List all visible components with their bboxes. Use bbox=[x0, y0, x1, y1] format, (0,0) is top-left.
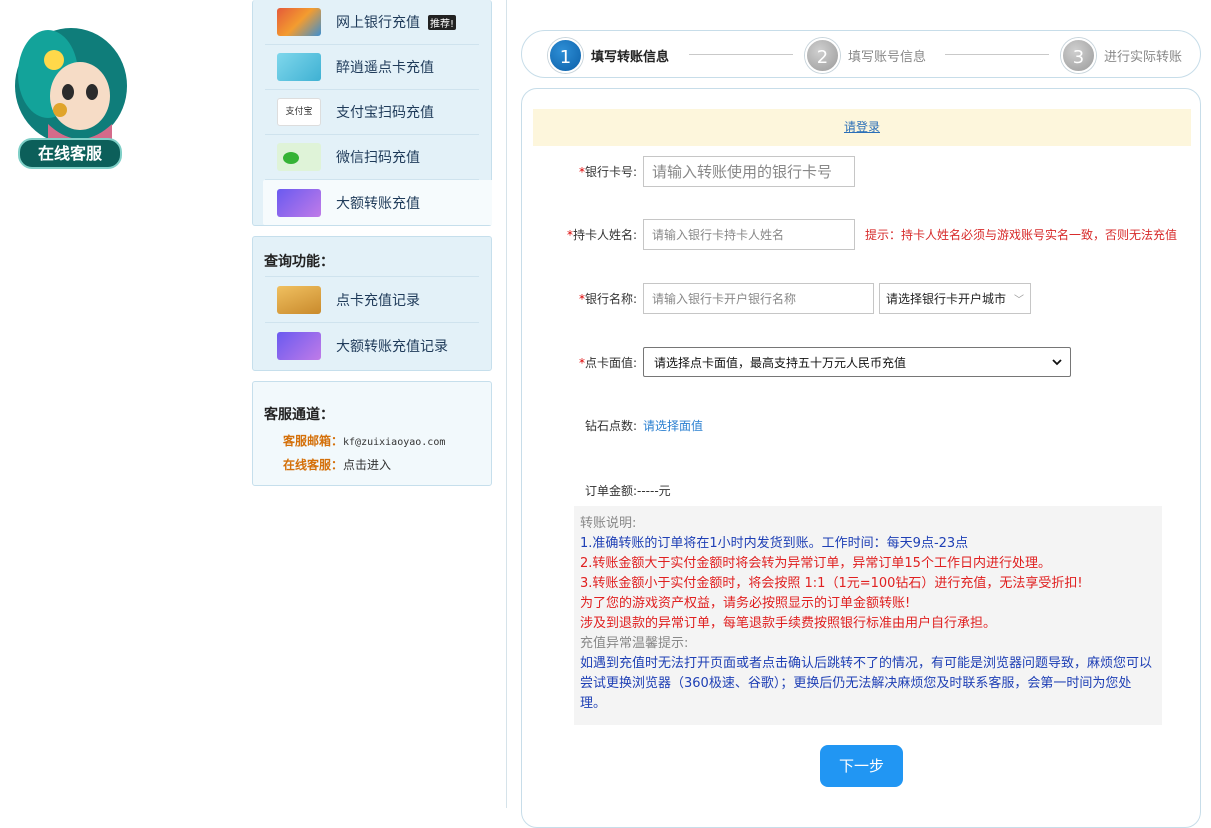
game-card-icon bbox=[277, 53, 321, 81]
amount-select-value: 请选择点卡面值，最高支持五十万元人民币充值 bbox=[654, 355, 907, 370]
bank-card-input[interactable] bbox=[643, 156, 855, 187]
notes-title: 转账说明: bbox=[580, 516, 637, 531]
diamonds-row: 钻石点数: 请选择面值 bbox=[562, 417, 703, 434]
bank-city-select[interactable]: 请选择银行卡开户城市 ﹀ bbox=[879, 283, 1031, 314]
sidebar-item-label: 醉逍遥点卡充值 bbox=[336, 60, 434, 76]
holder-name-hint: 提示：持卡人姓名必须与游戏账号实名一致，否则无法充值 bbox=[865, 228, 1178, 242]
service-title: 客服通道： bbox=[264, 407, 334, 423]
query-title: 查询功能： bbox=[264, 254, 334, 270]
sidebar-item-game-card[interactable]: 醉逍遥点卡充值 bbox=[265, 45, 479, 90]
sidebar-item-alipay[interactable]: 支付宝 支付宝扫码充值 bbox=[265, 90, 479, 135]
step-2: 2 填写账号信息 bbox=[805, 38, 926, 73]
step-3: 3 进行实际转账 bbox=[1061, 38, 1182, 73]
sidebar-item-label: 微信扫码充值 bbox=[336, 150, 420, 166]
bank-name-label: *银行名称: bbox=[578, 292, 637, 306]
step-label: 填写转账信息 bbox=[591, 50, 670, 65]
sidebar-item-transfer-records[interactable]: 大额转账充值记录 bbox=[265, 322, 479, 368]
notes-line: 3.转账金额小于实付金额时，将会按照 1:1（1元=100钻石）进行充值，无法享… bbox=[580, 576, 1083, 591]
transfer-card-icon bbox=[277, 188, 321, 217]
recharge-menu: 网上银行充值 推荐! 醉逍遥点卡充值 支付宝 支付宝扫码充值 微信扫码充值 大额… bbox=[252, 0, 492, 226]
service-panel: 客服通道： 客服邮箱：kf@zuixiaoyao.com 在线客服：点击进入 bbox=[252, 381, 492, 486]
step-1: 1 填写转账信息 bbox=[548, 38, 669, 73]
card-records-icon bbox=[277, 285, 321, 314]
bank-card-row: *银行卡号: bbox=[562, 156, 855, 187]
step-label: 进行实际转账 bbox=[1104, 50, 1183, 65]
sidebar-item-label: 支付宝扫码充值 bbox=[336, 105, 434, 121]
diamonds-label: 钻石点数: bbox=[584, 419, 637, 433]
holder-name-row: *持卡人姓名: 提示：持卡人姓名必须与游戏账号实名一致，否则无法充值 bbox=[562, 219, 1177, 250]
service-email-label: 客服邮箱： bbox=[283, 434, 344, 448]
customer-service-mascot[interactable]: 在线客服 bbox=[8, 14, 134, 170]
holder-name-input[interactable] bbox=[643, 219, 855, 250]
sidebar-item-label: 网上银行充值 bbox=[336, 15, 420, 31]
transfer-records-icon bbox=[277, 331, 321, 360]
content-divider bbox=[506, 0, 507, 808]
notes-line: 1.准确转账的订单将在1小时内发货到账。工作时间：每天9点-23点 bbox=[580, 536, 969, 551]
order-value: -----元 bbox=[637, 484, 671, 498]
step-connector bbox=[689, 54, 793, 55]
login-link[interactable]: 请登录 bbox=[844, 120, 880, 134]
recommend-badge: 推荐! bbox=[428, 14, 457, 30]
bank-card-label: *银行卡号: bbox=[578, 165, 637, 179]
transfer-notes: 转账说明: 1.准确转账的订单将在1小时内发货到账。工作时间：每天9点-23点 … bbox=[574, 506, 1162, 725]
next-step-button[interactable]: 下一步 bbox=[820, 745, 903, 787]
diamonds-value: 请选择面值 bbox=[643, 419, 704, 433]
step-connector bbox=[945, 54, 1049, 55]
amount-select[interactable]: 请选择点卡面值，最高支持五十万元人民币充值 bbox=[643, 347, 1071, 377]
step-label: 填写账号信息 bbox=[848, 50, 927, 65]
wechat-pay-icon bbox=[277, 143, 321, 171]
step-number: 3 bbox=[1061, 38, 1096, 73]
query-panel: 查询功能： 点卡充值记录 大额转账充值记录 bbox=[252, 236, 492, 371]
step-number: 1 bbox=[548, 38, 583, 73]
bank-city-select-value: 请选择银行卡开户城市 bbox=[886, 292, 1007, 306]
holder-name-label: *持卡人姓名: bbox=[566, 228, 637, 242]
warm-tip-title: 充值异常温馨提示: bbox=[580, 636, 689, 651]
unionpay-card-icon bbox=[277, 8, 321, 36]
sidebar-item-bank-transfer[interactable]: 大额转账充值 bbox=[263, 180, 492, 225]
order-label: 订单金额: bbox=[584, 484, 637, 498]
service-email-row: 客服邮箱：kf@zuixiaoyao.com bbox=[253, 429, 491, 453]
sidebar: 网上银行充值 推荐! 醉逍遥点卡充值 支付宝 支付宝扫码充值 微信扫码充值 大额… bbox=[252, 0, 492, 486]
service-email-value: kf@zuixiaoyao.com bbox=[343, 437, 446, 448]
sidebar-item-label: 大额转账充值记录 bbox=[336, 338, 448, 355]
sidebar-item-card-records[interactable]: 点卡充值记录 bbox=[265, 276, 479, 322]
mascot-avatar-icon bbox=[15, 28, 127, 154]
amount-row: *点卡面值: 请选择点卡面值，最高支持五十万元人民币充值 bbox=[562, 347, 1071, 377]
alipay-icon: 支付宝 bbox=[277, 98, 321, 126]
service-online-label: 在线客服： bbox=[283, 458, 344, 472]
sidebar-item-label: 点卡充值记录 bbox=[336, 292, 420, 309]
notes-line: 涉及到退款的异常订单，每笔退款手续费按照银行标准由用户自行承担。 bbox=[580, 616, 997, 631]
warm-tip-text: 如遇到充值时无法打开页面或者点击确认后跳转不了的情况，有可能是浏览器问题导致，麻… bbox=[580, 656, 1153, 711]
notes-line: 为了您的游戏资产权益，请务必按照显示的订单金额转账! bbox=[580, 596, 911, 611]
service-online-link[interactable]: 点击进入 bbox=[343, 458, 391, 472]
notes-line: 2.转账金额大于实付金额时将会转为异常订单，异常订单15个工作日内进行处理。 bbox=[580, 556, 1051, 571]
transfer-form-panel: 请登录 *银行卡号: *持卡人姓名: 提示：持卡人姓名必须与游戏账号实名一致，否… bbox=[521, 88, 1201, 828]
service-online-row: 在线客服：点击进入 bbox=[253, 453, 491, 477]
chevron-down-icon: ﹀ bbox=[1014, 295, 1024, 306]
bank-name-row: *银行名称: 请选择银行卡开户城市 ﹀ bbox=[562, 283, 1031, 314]
online-service-badge[interactable]: 在线客服 bbox=[18, 138, 122, 169]
bank-name-input[interactable] bbox=[643, 283, 874, 314]
login-notice: 请登录 bbox=[533, 109, 1191, 146]
step-number: 2 bbox=[805, 38, 840, 73]
amount-label: *点卡面值: bbox=[578, 355, 637, 370]
progress-steps: 1 填写转账信息 2 填写账号信息 3 进行实际转账 bbox=[521, 30, 1201, 78]
sidebar-item-online-bank[interactable]: 网上银行充值 推荐! bbox=[265, 0, 479, 45]
sidebar-item-wechat[interactable]: 微信扫码充值 bbox=[265, 135, 479, 180]
chevron-down-icon bbox=[1052, 359, 1062, 366]
sidebar-item-label: 大额转账充值 bbox=[336, 195, 420, 212]
order-row: 订单金额: -----元 bbox=[562, 482, 671, 499]
